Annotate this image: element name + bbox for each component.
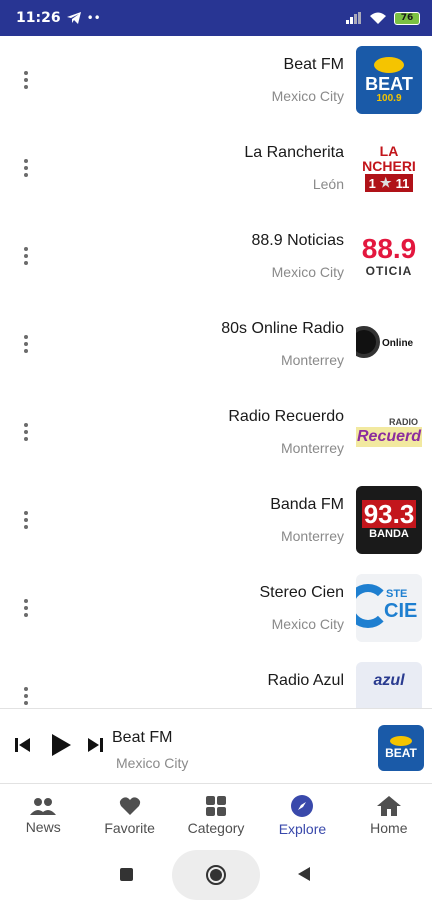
- more-dots-icon: ••: [86, 11, 101, 25]
- station-city: Monterrey: [280, 352, 344, 368]
- list-item[interactable]: Banda FM Monterrey 93.3 BANDA: [0, 476, 432, 564]
- battery-icon: 76: [394, 11, 420, 25]
- station-logo: azul: [356, 662, 422, 708]
- more-vert-icon[interactable]: [16, 594, 36, 622]
- vinyl-icon: [356, 326, 380, 358]
- back-icon[interactable]: [298, 867, 310, 881]
- bottom-navigation: News Favorite Category Explore Home: [0, 784, 432, 848]
- nav-home[interactable]: Home: [346, 784, 432, 848]
- list-item[interactable]: Beat FM Mexico City BEAT 100.9: [0, 36, 432, 124]
- grid-icon: [206, 796, 227, 816]
- list-item[interactable]: La Rancherita León LA NCHERI 1 ★ 11: [0, 124, 432, 212]
- list-item[interactable]: Stereo Cien Mexico City STE CIE: [0, 564, 432, 652]
- nav-favorite[interactable]: Favorite: [86, 784, 172, 848]
- station-logo: BEAT 100.9: [356, 46, 422, 114]
- list-item[interactable]: Radio Azul azul: [0, 652, 432, 708]
- more-vert-icon[interactable]: [16, 418, 36, 446]
- skip-next-icon[interactable]: [86, 737, 104, 753]
- nav-label: Home: [370, 820, 408, 836]
- nav-category[interactable]: Category: [173, 784, 259, 848]
- station-name: Radio Recuerdo: [228, 408, 344, 425]
- station-name: Banda FM: [270, 496, 344, 513]
- logo-text: OTICIA: [365, 264, 413, 278]
- station-city: Mexico City: [271, 264, 344, 280]
- logo-text: STE: [386, 588, 408, 600]
- list-item[interactable]: 88.9 Noticias Mexico City 88.9 OTICIA: [0, 212, 432, 300]
- station-logo: STE CIE: [356, 574, 422, 642]
- now-playing-city: Mexico City: [116, 755, 189, 771]
- logo-text: BEAT: [365, 73, 413, 94]
- logo-text: BANDA: [369, 528, 409, 540]
- battery-level: 76: [400, 13, 414, 23]
- logo-text: Online: [382, 338, 414, 349]
- logo-mark: [390, 736, 412, 746]
- telegram-icon: [66, 12, 81, 24]
- logo-text: 88.9: [361, 233, 417, 264]
- nav-label: Explore: [278, 821, 327, 837]
- now-playing-logo: BEAT: [378, 725, 424, 771]
- station-list[interactable]: Beat FM Mexico City BEAT 100.9 La Ranche…: [0, 36, 432, 708]
- wifi-icon: [370, 12, 386, 24]
- system-navigation: [0, 848, 432, 900]
- list-item[interactable]: 80s Online Radio Monterrey Online: [0, 300, 432, 388]
- nav-label: News: [25, 819, 61, 835]
- station-city: Mexico City: [271, 616, 344, 632]
- station-name: La Rancherita: [244, 144, 344, 161]
- logo-text: RADIO: [389, 417, 418, 427]
- play-icon[interactable]: [50, 733, 72, 757]
- station-city: Mexico City: [271, 88, 344, 104]
- nav-label: Favorite: [104, 820, 155, 836]
- station-logo: RADIO Recuerd: [356, 398, 422, 466]
- logo-text: NCHERI: [362, 158, 416, 174]
- logo-band: 1 ★ 11: [364, 174, 414, 192]
- compass-icon: [291, 795, 314, 817]
- more-vert-icon[interactable]: [16, 242, 36, 270]
- more-vert-icon[interactable]: [16, 154, 36, 182]
- station-logo: 93.3 BANDA: [356, 486, 422, 554]
- heart-icon: [119, 797, 140, 815]
- list-item[interactable]: Radio Recuerdo Monterrey RADIO Recuerd: [0, 388, 432, 476]
- station-logo: 88.9 OTICIA: [356, 222, 422, 290]
- more-vert-icon[interactable]: [16, 506, 36, 534]
- more-vert-icon[interactable]: [16, 330, 36, 358]
- station-city: León: [312, 176, 344, 192]
- more-vert-icon[interactable]: [16, 66, 36, 94]
- home-icon-ring[interactable]: [206, 865, 226, 885]
- nav-label: Category: [187, 820, 245, 836]
- mini-player[interactable]: Beat FM Mexico City BEAT: [0, 708, 432, 784]
- logo-frequency: 100.9: [376, 92, 402, 104]
- signal-icon: [346, 12, 361, 24]
- people-icon: [30, 798, 57, 815]
- star-icon: ★: [379, 175, 392, 190]
- status-time: 11:26: [16, 10, 61, 26]
- more-vert-icon[interactable]: [16, 682, 36, 708]
- logo-text: CIE: [384, 600, 418, 622]
- logo-frequency: 11: [395, 175, 410, 191]
- logo-text: BEAT: [385, 746, 417, 760]
- nav-explore[interactable]: Explore: [259, 784, 345, 848]
- station-logo: LA NCHERI 1 ★ 11: [356, 134, 422, 202]
- station-name: Stereo Cien: [259, 584, 345, 601]
- station-name: 80s Online Radio: [221, 320, 344, 337]
- station-name: Radio Azul: [267, 672, 345, 689]
- home-dot: [210, 869, 222, 881]
- recents-icon[interactable]: [120, 868, 133, 881]
- logo-text: azul: [373, 672, 405, 689]
- home-icon: [376, 796, 401, 816]
- logo-frequency: 1: [368, 175, 376, 191]
- station-city: Monterrey: [280, 528, 344, 544]
- status-bar: 11:26 •• 76: [0, 0, 432, 36]
- logo-text: LA: [379, 143, 399, 159]
- logo-text: Recuerd: [356, 427, 422, 447]
- logo-mark: [374, 56, 404, 73]
- now-playing-title: Beat FM: [112, 729, 173, 746]
- station-name: Beat FM: [283, 56, 344, 73]
- nav-news[interactable]: News: [0, 784, 86, 848]
- station-city: Monterrey: [280, 440, 344, 456]
- station-name: 88.9 Noticias: [251, 232, 345, 249]
- skip-previous-icon[interactable]: [14, 737, 32, 753]
- logo-text: 93.3: [361, 499, 417, 529]
- station-logo: Online: [356, 310, 422, 378]
